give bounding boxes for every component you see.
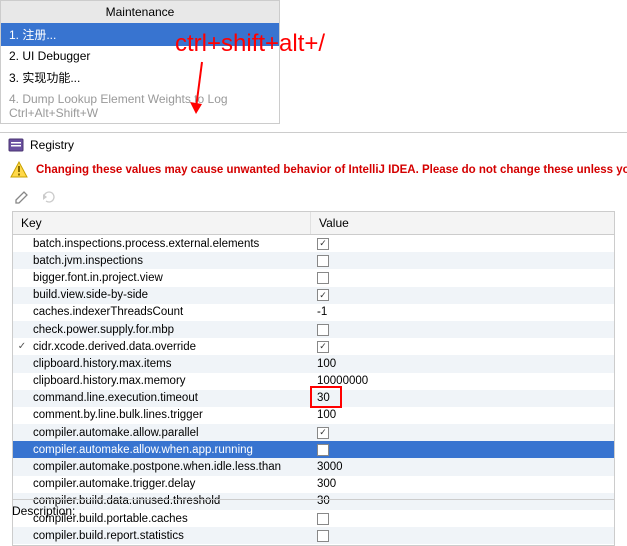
value-cell[interactable]: ✓ [311, 289, 614, 301]
checkbox[interactable]: ✓ [317, 427, 329, 439]
value-cell[interactable]: ✓ [311, 427, 614, 439]
table-row[interactable]: compiler.build.report.statistics [13, 527, 614, 544]
maintenance-menu: Maintenance 1. 注册...2. UI Debugger3. 实现功… [0, 0, 280, 124]
checkbox[interactable] [317, 530, 329, 542]
checkbox[interactable]: ✓ [317, 341, 329, 353]
table-row[interactable]: command.line.execution.timeout30 [13, 390, 614, 407]
table-row[interactable]: compiler.automake.trigger.delay300 [13, 476, 614, 493]
key-cell: compiler.automake.allow.when.app.running [31, 444, 311, 456]
key-cell: caches.indexerThreadsCount [31, 306, 311, 318]
value-cell[interactable] [311, 255, 614, 267]
registry-title: Registry [30, 138, 74, 152]
key-cell: command.line.execution.timeout [31, 392, 311, 404]
checkbox[interactable] [317, 444, 329, 456]
table-row[interactable]: build.view.side-by-side ✓ [13, 287, 614, 304]
value-cell[interactable] [311, 530, 614, 542]
value-cell[interactable]: -1 [311, 306, 614, 318]
key-cell: compiler.automake.trigger.delay [31, 478, 311, 490]
warning-icon [10, 161, 28, 179]
value-cell[interactable]: 30 [311, 392, 614, 404]
table-row[interactable]: batch.jvm.inspections [13, 252, 614, 269]
key-cell: batch.jvm.inspections [31, 255, 311, 267]
menu-header: Maintenance [1, 1, 279, 23]
value-cell[interactable]: 300 [311, 478, 614, 490]
key-cell: clipboard.history.max.items [31, 358, 311, 370]
key-cell: check.power.supply.for.mbp [31, 324, 311, 336]
column-value[interactable]: Value [311, 212, 614, 234]
value-cell[interactable]: 3000 [311, 461, 614, 473]
key-cell: build.view.side-by-side [31, 289, 311, 301]
key-cell: clipboard.history.max.memory [31, 375, 311, 387]
value-cell[interactable] [311, 324, 614, 336]
registry-table: Key Value batch.inspections.process.exte… [12, 211, 615, 546]
key-cell: batch.inspections.process.external.eleme… [31, 238, 311, 250]
key-cell: compiler.build.report.statistics [31, 530, 311, 542]
value-cell[interactable]: 100 [311, 358, 614, 370]
table-row[interactable]: check.power.supply.for.mbp [13, 321, 614, 338]
column-key[interactable]: Key [13, 212, 311, 234]
key-cell: comment.by.line.bulk.lines.trigger [31, 409, 311, 421]
menu-item[interactable]: 3. 实现功能... [1, 66, 279, 89]
description-label: Description: [12, 499, 615, 518]
checkbox[interactable]: ✓ [317, 289, 329, 301]
table-row[interactable]: compiler.automake.allow.parallel ✓ [13, 424, 614, 441]
menu-item[interactable]: 1. 注册... [1, 23, 279, 46]
registry-panel: Registry Changing these values may cause… [0, 132, 627, 546]
value-cell[interactable]: ✓ [311, 341, 614, 353]
checkbox[interactable]: ✓ [317, 238, 329, 250]
modified-mark: ✓ [13, 341, 31, 352]
value-cell[interactable]: 100 [311, 409, 614, 421]
table-row[interactable]: clipboard.history.max.memory10000000 [13, 373, 614, 390]
edit-button[interactable] [14, 189, 30, 205]
checkbox[interactable] [317, 255, 329, 267]
value-cell[interactable] [311, 272, 614, 284]
value-cell[interactable] [311, 444, 614, 456]
key-cell: compiler.automake.allow.parallel [31, 427, 311, 439]
table-row[interactable]: batch.inspections.process.external.eleme… [13, 235, 614, 252]
table-row[interactable]: comment.by.line.bulk.lines.trigger100 [13, 407, 614, 424]
key-cell: bigger.font.in.project.view [31, 272, 311, 284]
menu-item[interactable]: 4. Dump Lookup Element Weights to Log Ct… [1, 89, 279, 123]
table-row[interactable]: caches.indexerThreadsCount-1 [13, 304, 614, 321]
value-cell[interactable]: 10000000 [311, 375, 614, 387]
value-cell[interactable]: ✓ [311, 238, 614, 250]
table-row[interactable]: clipboard.history.max.items100 [13, 355, 614, 372]
undo-button[interactable] [40, 189, 56, 205]
table-row[interactable]: compiler.document.save.enabled [13, 544, 614, 545]
checkbox[interactable] [317, 272, 329, 284]
table-row[interactable]: compiler.automake.allow.when.app.running [13, 441, 614, 458]
menu-item[interactable]: 2. UI Debugger [1, 46, 279, 66]
table-row[interactable]: compiler.automake.postpone.when.idle.les… [13, 458, 614, 475]
checkbox[interactable] [317, 324, 329, 336]
key-cell: compiler.automake.postpone.when.idle.les… [31, 461, 311, 473]
table-row[interactable]: bigger.font.in.project.view [13, 269, 614, 286]
key-cell: cidr.xcode.derived.data.override [31, 341, 311, 353]
warning-text: Changing these values may cause unwanted… [36, 164, 627, 176]
registry-icon [8, 137, 24, 153]
table-row[interactable]: ✓cidr.xcode.derived.data.override✓ [13, 338, 614, 355]
